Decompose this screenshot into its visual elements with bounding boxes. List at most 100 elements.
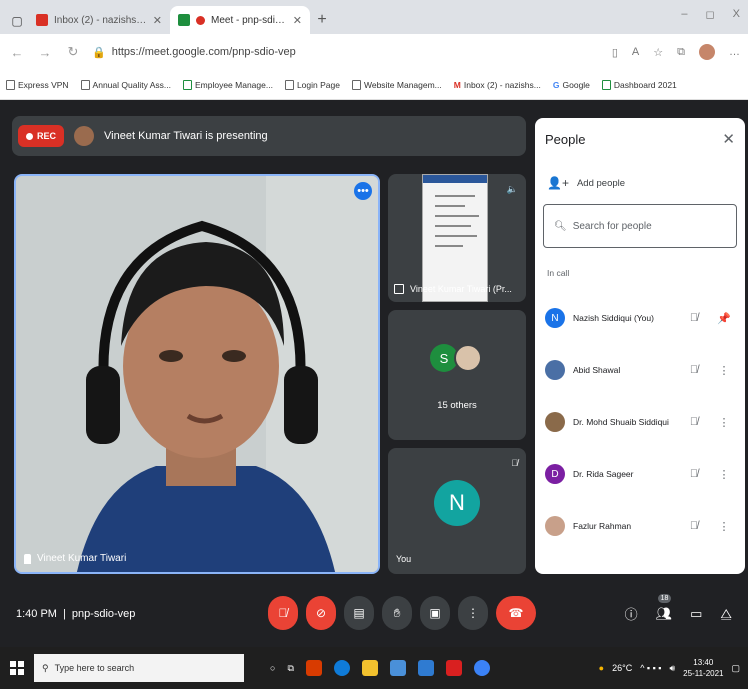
maximize-button[interactable]: ◻ xyxy=(706,8,715,21)
bookmark-item[interactable]: Login Page xyxy=(284,79,340,90)
present-screen-icon xyxy=(394,284,404,294)
mic-off-icon: 🎙̸ xyxy=(689,312,699,324)
new-tab-button[interactable]: + xyxy=(310,6,334,34)
end-call-button[interactable]: ☎︎ xyxy=(496,596,536,630)
presentation-tile[interactable]: 🔈 Vineet Kumar Tiwari (Pr... xyxy=(388,174,526,302)
tray-icons[interactable]: ^ ▪ ▪ ▪ xyxy=(640,663,661,673)
more-options-icon[interactable]: ⋮ xyxy=(713,468,735,481)
favorite-icon[interactable]: ☆ xyxy=(653,46,663,59)
close-icon[interactable]: ✕ xyxy=(722,130,735,148)
more-options-icon[interactable]: ⋮ xyxy=(713,364,735,377)
mail-icon[interactable] xyxy=(417,660,434,676)
people-panel: People ✕ 👤+ Add people 🔍︎ Search for peo… xyxy=(535,118,745,574)
main-video-tile[interactable]: ••• Vineet Kumar Tiwari xyxy=(14,174,380,574)
weather-temp[interactable]: 26°C xyxy=(612,663,632,673)
list-item[interactable]: Fazlur Rahman 🎙̸ ⋮ xyxy=(535,500,745,552)
list-item[interactable]: N Nazish Siddiqui (You) 🎙̸ 📌 xyxy=(535,292,745,344)
forward-icon[interactable]: → xyxy=(36,45,54,60)
reload-icon[interactable]: ↻ xyxy=(64,44,82,60)
bookmark-item[interactable]: Express VPN xyxy=(6,79,69,90)
tab-title: Meet - pnp-sdio-vep xyxy=(211,14,287,26)
list-item[interactable]: Dr. Mohd Shuaib Siddiqui 🎙̸ ⋮ xyxy=(535,396,745,448)
tab-gmail[interactable]: Inbox (2) - nazishs@iul.ac.in - I ✕ xyxy=(28,6,170,34)
tab-actions-icon[interactable]: ▢ xyxy=(6,8,28,34)
bookmark-item[interactable]: Dashboard 2021 xyxy=(601,79,677,90)
camera-toggle-button[interactable]: ⊘ xyxy=(306,596,336,630)
translate-icon[interactable]: A xyxy=(632,46,639,58)
taskbar-search-input[interactable]: ⚲ Type here to search xyxy=(34,654,244,682)
meeting-info: 1:40 PM | pnp-sdio-vep xyxy=(16,608,135,620)
captions-button[interactable]: ▤ xyxy=(344,596,374,630)
close-tab-icon[interactable]: ✕ xyxy=(153,14,162,27)
present-button[interactable]: ▣ xyxy=(420,596,450,630)
people-button[interactable]: 18 👥︎ xyxy=(656,593,672,622)
more-options-icon[interactable]: ⋮ xyxy=(713,416,735,429)
acrobat-icon[interactable] xyxy=(445,660,462,676)
presenting-text: Vineet Kumar Tiwari is presenting xyxy=(104,130,268,142)
more-options-icon[interactable]: ⋮ xyxy=(713,520,735,533)
taskbar-search-placeholder: Type here to search xyxy=(54,663,135,673)
participant-avatar: D xyxy=(545,464,565,484)
chrome-icon[interactable] xyxy=(473,660,490,676)
participant-avatar xyxy=(545,360,565,380)
list-item[interactable]: D Dr. Rida Sageer 🎙̸ ⋮ xyxy=(535,448,745,500)
page-icon xyxy=(351,79,361,90)
file-explorer-icon[interactable] xyxy=(361,660,378,676)
store-icon[interactable] xyxy=(389,660,406,676)
back-icon[interactable]: ← xyxy=(8,45,26,60)
pin-icon xyxy=(24,553,31,564)
screen: ▢ Inbox (2) - nazishs@iul.ac.in - I ✕ Me… xyxy=(0,0,748,689)
windows-start-icon[interactable] xyxy=(10,661,24,675)
url-field[interactable]: 🔒 https://meet.google.com/pnp-sdio-vep xyxy=(92,40,552,64)
url-text: https://meet.google.com/pnp-sdio-vep xyxy=(111,46,296,58)
notifications-icon[interactable]: ▢ xyxy=(731,663,740,674)
recording-dot-icon xyxy=(196,15,205,25)
reader-icon[interactable]: ▯ xyxy=(612,46,618,59)
people-search-input[interactable]: 🔍︎ Search for people xyxy=(543,204,737,248)
others-tile[interactable]: S 15 others xyxy=(388,310,526,440)
participant-list: N Nazish Siddiqui (You) 🎙̸ 📌 Abid Shawal… xyxy=(535,292,745,552)
raise-hand-button[interactable]: ✋︎ xyxy=(382,596,412,630)
bookmark-item[interactable]: Website Managem... xyxy=(351,79,442,90)
participant-count-badge: 18 xyxy=(657,593,672,603)
bookmark-item[interactable]: Annual Quality Ass... xyxy=(80,79,171,90)
more-icon[interactable]: … xyxy=(729,46,740,58)
people-header: People ✕ xyxy=(535,118,745,148)
address-bar: ← → ↻ 🔒 https://meet.google.com/pnp-sdio… xyxy=(0,34,748,70)
browser-tab-bar: ▢ Inbox (2) - nazishs@iul.ac.in - I ✕ Me… xyxy=(0,0,748,34)
bookmark-item[interactable]: G Google xyxy=(553,80,590,90)
chat-icon[interactable]: ▭ xyxy=(690,606,702,622)
shared-document-thumbnail xyxy=(422,174,488,302)
self-tile[interactable]: 🎙̸ N You xyxy=(388,448,526,574)
mic-off-icon: 🎙̸ xyxy=(511,458,518,468)
volume-icon[interactable]: 🔊︎ xyxy=(669,663,675,674)
address-bar-actions: ▯ A ☆ ⧉ … xyxy=(612,44,740,60)
office-icon[interactable] xyxy=(305,660,322,676)
add-people-button[interactable]: 👤+ Add people xyxy=(535,148,745,190)
minimize-button[interactable]: – xyxy=(681,8,687,21)
pin-icon[interactable]: 📌 xyxy=(713,312,735,325)
meeting-details-icon[interactable]: ⓘ xyxy=(625,604,638,623)
mic-toggle-button[interactable]: 🎙̸ xyxy=(268,596,298,630)
meeting-time: 1:40 PM xyxy=(16,608,57,620)
more-options-button[interactable]: ⋮ xyxy=(458,596,488,630)
edge-icon[interactable] xyxy=(333,660,350,676)
search-placeholder: Search for people xyxy=(572,220,652,232)
close-window-button[interactable]: X xyxy=(733,8,740,21)
task-view-icon[interactable]: ⧉ xyxy=(287,663,293,674)
cortana-icon[interactable]: ○ xyxy=(270,663,275,673)
meet-icon xyxy=(178,14,190,26)
tile-options-icon[interactable]: ••• xyxy=(354,182,372,200)
list-item[interactable]: Abid Shawal 🎙̸ ⋮ xyxy=(535,344,745,396)
tab-meet[interactable]: Meet - pnp-sdio-vep ✕ xyxy=(170,6,310,34)
participant-name: Nazish Siddiqui (You) xyxy=(573,313,654,323)
clock[interactable]: 13:40 25-11-2021 xyxy=(683,657,723,679)
bookmark-item[interactable]: Employee Manage... xyxy=(182,79,273,90)
collections-icon[interactable]: ⧉ xyxy=(677,46,685,59)
search-icon: ⚲ xyxy=(42,662,49,673)
bookmark-item[interactable]: M Inbox (2) - nazishs... xyxy=(454,80,541,90)
activities-icon[interactable]: ⧋ xyxy=(720,606,732,622)
mic-off-icon: 🎙̸ xyxy=(689,468,699,480)
profile-avatar[interactable] xyxy=(699,44,715,60)
close-tab-icon[interactable]: ✕ xyxy=(293,14,302,27)
